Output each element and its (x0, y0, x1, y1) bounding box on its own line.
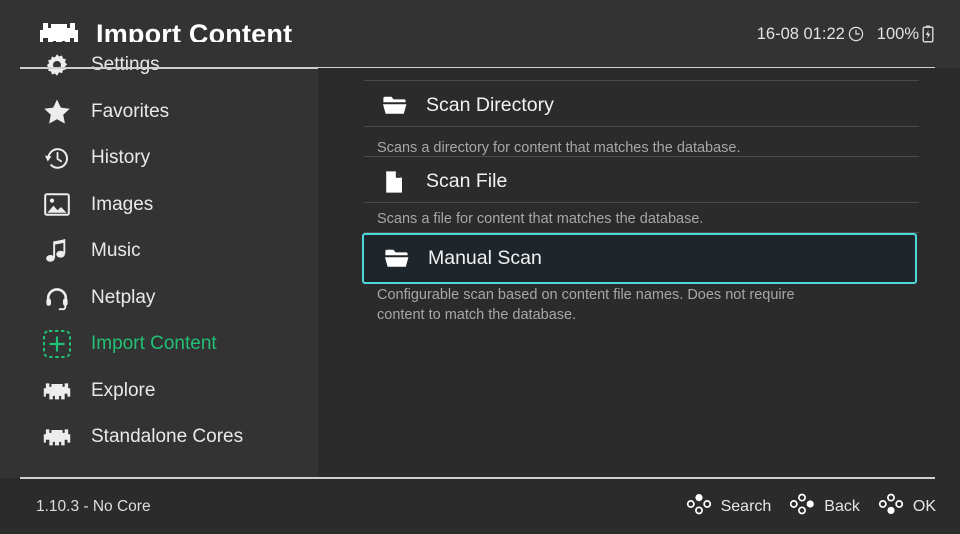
menu-entry-description: Scans a file for content that matches th… (377, 211, 704, 227)
sidebar-item-standalone-cores[interactable]: Standalone Cores (0, 414, 318, 461)
app-footer: 1.10.3 - No Core Search Back OK (0, 479, 960, 534)
header-status: 16-08 01:22 100% (757, 25, 934, 44)
clock-icon (848, 26, 864, 42)
folder-icon (382, 246, 410, 272)
datetime-group: 16-08 01:22 (757, 25, 864, 44)
invader-icon (40, 376, 74, 406)
menu-entry-label: Scan File (426, 170, 508, 192)
sidebar-item-images[interactable]: Images (0, 182, 318, 229)
sidebar-item-label: Import Content (91, 333, 217, 355)
sidebar-item-label: Explore (91, 379, 156, 401)
footer-action-back[interactable]: Back (789, 493, 860, 520)
footer-action-ok[interactable]: OK (878, 493, 936, 520)
sidebar-item-settings[interactable]: Settings (0, 42, 318, 89)
sidebar-item-label: Netplay (91, 286, 156, 308)
footer-action-label: Search (720, 497, 772, 515)
sidebar-item-netplay[interactable]: Netplay (0, 275, 318, 322)
sidebar-item-label: Music (91, 240, 141, 262)
sidebar-item-label: History (91, 147, 151, 169)
invader-icon (40, 422, 74, 452)
gear-icon (40, 50, 74, 80)
menu-entry-description: Scans a directory for content that match… (377, 140, 741, 156)
folder-icon (380, 93, 408, 119)
version-status-text: 1.10.3 - No Core (36, 497, 151, 515)
gamepad-button-down-icon (878, 493, 904, 520)
headset-icon (40, 283, 74, 313)
battery-percent-text: 100% (876, 24, 919, 43)
image-icon (40, 190, 74, 220)
sidebar-item-favorites[interactable]: Favorites (0, 89, 318, 136)
plus-box-icon (40, 329, 74, 359)
menu-entry-description: Configurable scan based on content file … (377, 287, 795, 323)
footer-action-search[interactable]: Search (686, 493, 772, 520)
file-icon (380, 169, 408, 195)
sidebar-item-label: Favorites (91, 100, 170, 122)
menu-entry-scan-directory[interactable]: Scan Directory (362, 80, 917, 131)
sidebar-item-label: Standalone Cores (91, 426, 244, 448)
history-icon (40, 143, 74, 173)
sidebar-item-explore[interactable]: Explore (0, 368, 318, 415)
menu-entry-scan-file[interactable]: Scan File (362, 156, 917, 207)
gamepad-button-right-icon (789, 493, 815, 520)
battery-group: 100% (877, 25, 934, 44)
menu-entry-label: Manual Scan (428, 247, 542, 269)
menu-entry-label: Scan Directory (426, 94, 554, 116)
sidebar-item-music[interactable]: Music (0, 228, 318, 275)
gamepad-button-up-icon (686, 493, 712, 520)
star-icon (40, 97, 74, 127)
music-note-icon (40, 236, 74, 266)
menu-entry-manual-scan[interactable]: Manual Scan (362, 233, 917, 284)
sidebar-item-history[interactable]: History (0, 135, 318, 182)
battery-charging-icon (922, 25, 934, 43)
datetime-text: 16-08 01:22 (756, 24, 845, 43)
footer-action-label: Back (824, 497, 860, 515)
sidebar-nav[interactable]: Settings Favorites History Images Music … (0, 42, 318, 478)
footer-actions: Search Back OK (686, 493, 936, 520)
sidebar-item-import-content[interactable]: Import Content (0, 321, 318, 368)
sidebar-item-label: Images (91, 193, 154, 215)
footer-action-label: OK (912, 497, 936, 515)
sidebar-item-label: Settings (91, 54, 160, 76)
